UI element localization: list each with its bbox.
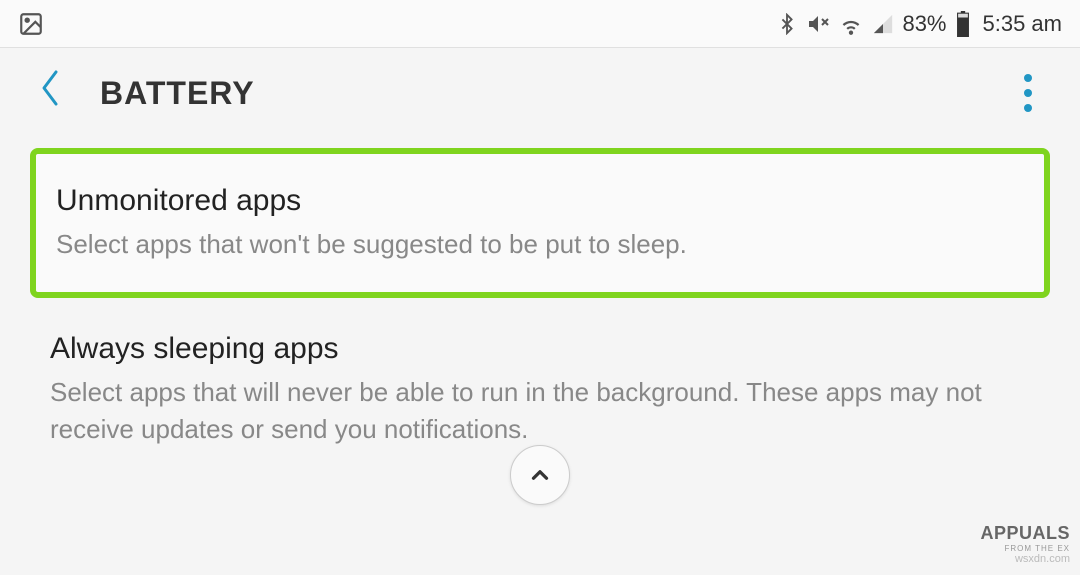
setting-title: Always sleeping apps	[50, 332, 1030, 366]
unmonitored-apps-item[interactable]: Unmonitored apps Select apps that won't …	[30, 148, 1050, 298]
watermark: APPUALS FROM THE EX wsxdn.com	[980, 523, 1070, 565]
bluetooth-icon	[776, 13, 798, 35]
status-left-group	[18, 11, 44, 37]
app-bar: BATTERY	[0, 48, 1080, 138]
setting-description: Select apps that will never be able to r…	[50, 374, 1030, 447]
mute-icon	[806, 12, 830, 36]
watermark-brand: APPUALS	[980, 523, 1070, 544]
page-title: BATTERY	[100, 75, 255, 112]
image-placeholder-icon	[18, 11, 44, 37]
watermark-url: wsxdn.com	[980, 553, 1070, 565]
collapse-button[interactable]	[510, 445, 570, 505]
settings-content: Unmonitored apps Select apps that won't …	[0, 138, 1080, 491]
overflow-menu-button[interactable]	[1016, 66, 1040, 120]
setting-title: Unmonitored apps	[56, 184, 1024, 218]
setting-description: Select apps that won't be suggested to b…	[56, 226, 1024, 262]
battery-icon	[955, 11, 971, 37]
clock-time: 5:35 am	[983, 11, 1063, 37]
battery-percent-text: 83%	[902, 11, 946, 37]
status-bar: 83% 5:35 am	[0, 0, 1080, 48]
watermark-tagline: FROM THE EX	[980, 544, 1070, 553]
signal-icon	[872, 13, 894, 35]
back-button[interactable]	[30, 68, 70, 118]
status-right-group: 83% 5:35 am	[776, 11, 1062, 37]
wifi-icon	[838, 11, 864, 37]
